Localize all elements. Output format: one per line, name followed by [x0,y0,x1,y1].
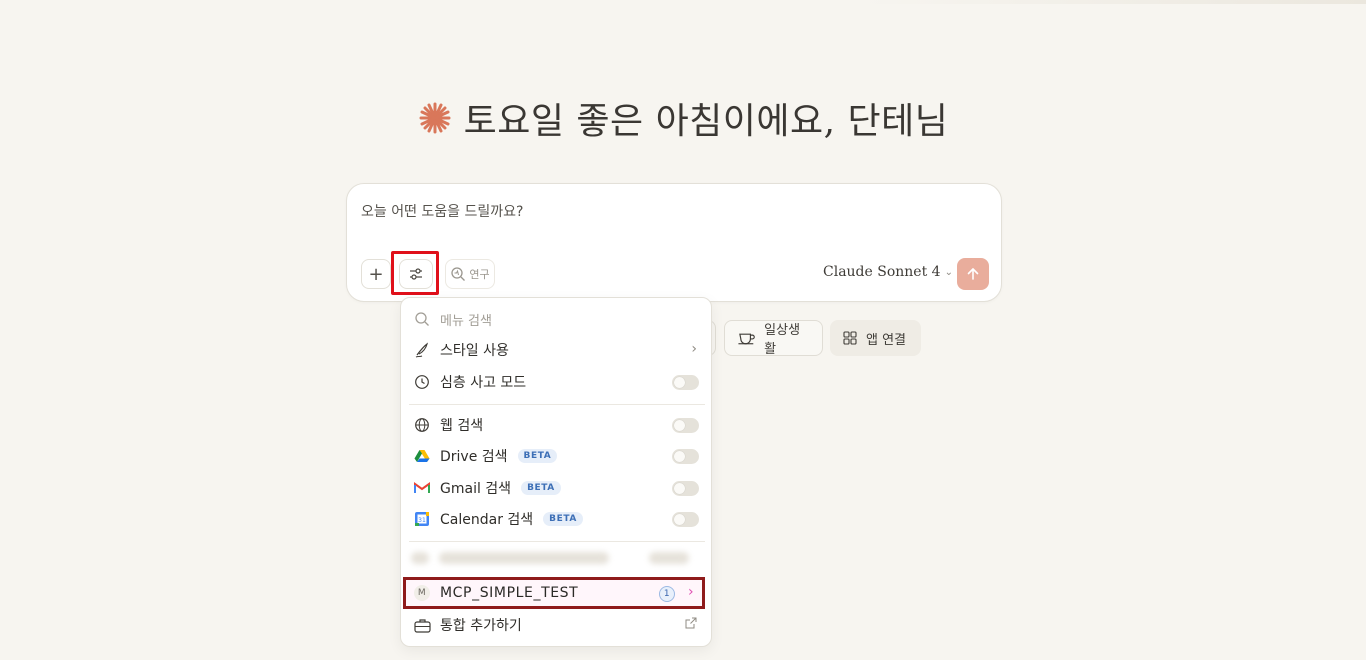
menu-item-mcp-simple-test[interactable]: M MCP_SIMPLE_TEST 1 › [403,577,705,609]
gmail-search-toggle[interactable] [672,481,699,496]
search-icon [413,310,431,328]
drive-search-toggle[interactable] [672,449,699,464]
chevron-right-icon: › [688,584,695,600]
menu-item-drive-search[interactable]: Drive 검색 BETA [405,441,709,471]
menu-item-gmail-search[interactable]: Gmail 검색 BETA [405,473,709,503]
menu-item-label: MCP_SIMPLE_TEST [440,585,579,601]
clock-icon [413,373,431,391]
beta-badge: BETA [517,449,558,463]
tools-dropdown-menu: 메뉴 검색 스타일 사용 › 심층 사고 모드 웹 검색 Drive 검색 BE… [400,297,712,647]
research-magnifier-icon [451,267,466,281]
menu-item-deep-thinking[interactable]: 심층 사고 모드 [405,367,709,397]
globe-icon [413,416,431,434]
web-search-toggle[interactable] [672,418,699,433]
beta-badge: BETA [543,512,583,526]
plus-icon: + [368,263,384,285]
beta-badge: BETA [521,481,561,495]
menu-divider [409,404,705,405]
drive-icon [413,447,431,465]
mcp-avatar: M [414,585,430,601]
menu-divider [409,541,705,542]
chip-label: 앱 연결 [866,332,907,348]
blurred-menu-item [405,544,709,572]
menu-item-label: Gmail 검색 [440,481,512,497]
svg-text:31: 31 [418,517,426,524]
arrow-up-icon [967,268,979,280]
calendar-search-toggle[interactable] [672,512,699,527]
model-label: Claude Sonnet 4 [823,264,941,280]
greeting-text: 토요일 좋은 아침이에요, 단테님 [463,101,949,142]
menu-item-style[interactable]: 스타일 사용 › [405,335,709,365]
menu-item-web-search[interactable]: 웹 검색 [405,410,709,440]
chip-label: 일상생활 [764,323,801,357]
menu-item-label: 웹 검색 [440,418,484,434]
chevron-down-icon: ⌄ [944,266,953,278]
research-label: 연구 [469,268,490,281]
suggestion-chip-daily-life[interactable]: 일상생활 [724,320,823,357]
menu-item-label: 심층 사고 모드 [440,375,527,391]
menu-item-label: 통합 추가하기 [440,618,522,634]
add-attachment-button[interactable]: + [361,259,391,289]
coffee-icon [738,333,755,345]
menu-item-label: Drive 검색 [440,449,508,465]
model-selector[interactable]: Claude Sonnet 4 ⌄ [823,264,953,280]
research-button[interactable]: 연구 [445,259,495,289]
greeting: 토요일 좋은 아침이에요, 단테님 [0,92,1366,144]
grid-icon [843,331,857,345]
tools-menu-button[interactable] [399,259,433,289]
calendar-icon: 31 [413,510,431,528]
pen-icon [413,341,431,359]
suggestion-chip-connect-apps[interactable]: 앱 연결 [830,320,921,356]
menu-item-label: Calendar 검색 [440,512,534,528]
menu-item-calendar-search[interactable]: 31 Calendar 검색 BETA [405,504,709,534]
sliders-icon [410,268,422,280]
message-input[interactable]: 오늘 어떤 도움을 드릴까요? [361,201,523,221]
chevron-right-icon: › [691,341,697,357]
deep-thinking-toggle[interactable] [672,375,699,390]
external-link-icon [685,617,697,633]
claude-spark-icon [419,102,451,134]
menu-search-placeholder: 메뉴 검색 [440,313,492,329]
menu-search-input[interactable]: 메뉴 검색 [405,304,709,334]
gmail-icon [413,479,431,497]
menu-item-add-integration[interactable]: 통합 추가하기 [405,610,709,640]
tool-count-badge: 1 [659,586,675,602]
briefcase-icon [413,616,431,634]
send-button[interactable] [957,258,989,290]
top-edge-shade [860,0,1366,4]
message-composer: 오늘 어떤 도움을 드릴까요? + 연구 Claude Sonnet 4 ⌄ [346,183,1002,302]
menu-item-label: 스타일 사용 [440,343,509,359]
